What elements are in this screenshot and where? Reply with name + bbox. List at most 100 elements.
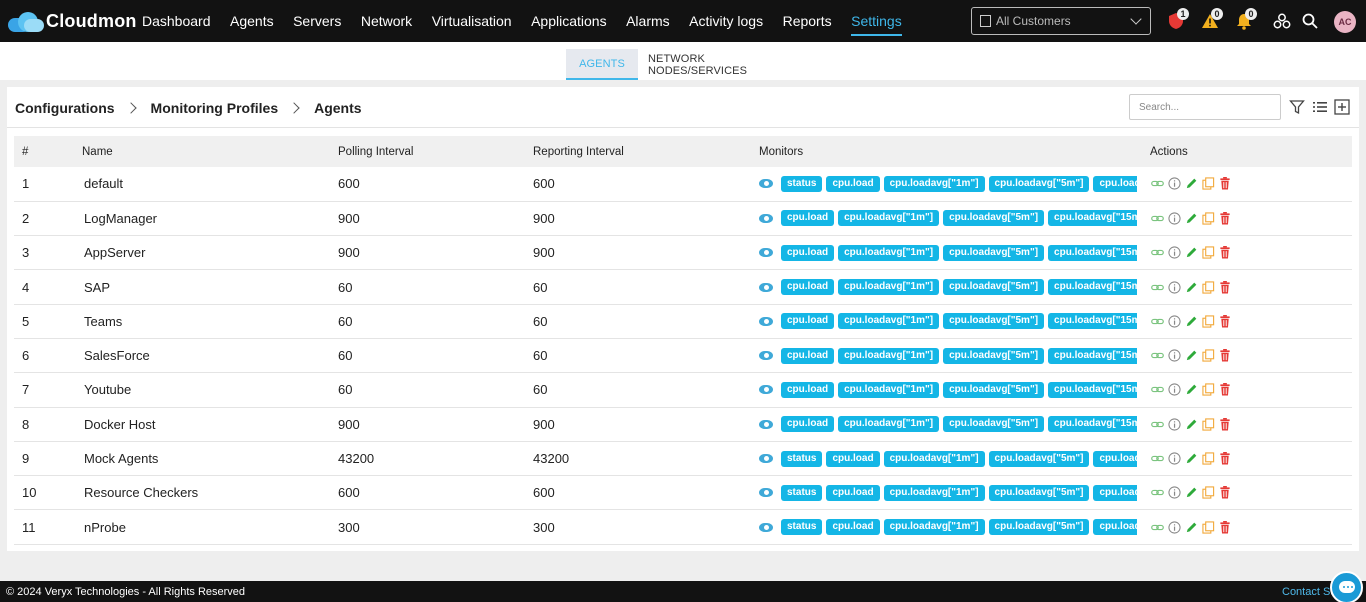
info-icon[interactable] — [1167, 349, 1181, 363]
nav-item-dashboard[interactable]: Dashboard — [142, 0, 211, 42]
copy-icon[interactable] — [1201, 177, 1215, 191]
info-icon[interactable] — [1167, 211, 1181, 225]
breadcrumb-monitoring-profiles[interactable]: Monitoring Profiles — [151, 100, 279, 116]
info-icon[interactable] — [1167, 280, 1181, 294]
chat-support-icon[interactable] — [1330, 571, 1363, 602]
delete-icon[interactable] — [1218, 452, 1232, 466]
info-icon[interactable] — [1167, 486, 1181, 500]
table-row[interactable]: 11 nProbe 300 300 status cpu.load cpu.loadavg[… — [14, 510, 1352, 545]
warnings-button[interactable]: 0 — [1200, 8, 1223, 31]
copy-icon[interactable] — [1201, 349, 1215, 363]
tab-agents[interactable]: AGENTS — [566, 49, 638, 80]
table-row[interactable]: 9 Mock Agents 43200 43200 status cpu.load cpu.… — [14, 441, 1352, 476]
breadcrumb-configurations[interactable]: Configurations — [15, 100, 115, 116]
view-monitors-eye-icon[interactable] — [759, 351, 773, 361]
delete-icon[interactable] — [1218, 177, 1232, 191]
table-row[interactable]: 2 LogManager 900 900 cpu.load cpu.loadavg["1m… — [14, 201, 1352, 236]
edit-icon[interactable] — [1184, 177, 1198, 191]
view-monitors-eye-icon[interactable] — [759, 179, 773, 189]
column-header-reporting-interval[interactable]: Reporting Interval — [531, 136, 759, 167]
notifications-button[interactable]: 0 — [1234, 8, 1257, 31]
info-icon[interactable] — [1167, 246, 1181, 260]
delete-icon[interactable] — [1218, 246, 1232, 260]
table-row[interactable]: 7 Youtube 60 60 cpu.load cpu.loadavg["1m"] cpu… — [14, 373, 1352, 408]
delete-icon[interactable] — [1218, 211, 1232, 225]
view-monitors-eye-icon[interactable] — [759, 522, 773, 532]
link-icon[interactable] — [1150, 486, 1164, 500]
delete-icon[interactable] — [1218, 417, 1232, 431]
edit-icon[interactable] — [1184, 246, 1198, 260]
edit-icon[interactable] — [1184, 314, 1198, 328]
global-search-button[interactable] — [1300, 11, 1320, 31]
info-icon[interactable] — [1167, 177, 1181, 191]
table-row[interactable]: 4 SAP 60 60 cpu.load cpu.loadavg["1m"] cpu.loa… — [14, 270, 1352, 305]
tab-network-nodes-services[interactable]: NETWORK NODES/SERVICES — [648, 49, 804, 80]
link-icon[interactable] — [1150, 280, 1164, 294]
link-icon[interactable] — [1150, 349, 1164, 363]
link-icon[interactable] — [1150, 417, 1164, 431]
copy-icon[interactable] — [1201, 314, 1215, 328]
nav-item-settings[interactable]: Settings — [851, 8, 902, 36]
table-row[interactable]: 6 SalesForce 60 60 cpu.load cpu.loadavg["1m"]… — [14, 338, 1352, 373]
edit-icon[interactable] — [1184, 383, 1198, 397]
column-header-name[interactable]: Name — [80, 136, 336, 167]
nav-item-network[interactable]: Network — [361, 0, 412, 42]
edit-icon[interactable] — [1184, 486, 1198, 500]
delete-icon[interactable] — [1218, 349, 1232, 363]
table-row[interactable]: 1 default 600 600 status cpu.load cpu.loadavg[… — [14, 167, 1352, 202]
edit-icon[interactable] — [1184, 211, 1198, 225]
edit-icon[interactable] — [1184, 520, 1198, 534]
link-icon[interactable] — [1150, 211, 1164, 225]
delete-icon[interactable] — [1218, 280, 1232, 294]
copy-icon[interactable] — [1201, 452, 1215, 466]
delete-icon[interactable] — [1218, 520, 1232, 534]
nav-item-servers[interactable]: Servers — [293, 0, 341, 42]
view-monitors-eye-icon[interactable] — [759, 488, 773, 498]
view-monitors-eye-icon[interactable] — [759, 419, 773, 429]
nav-item-reports[interactable]: Reports — [783, 0, 832, 42]
view-monitors-eye-icon[interactable] — [759, 454, 773, 464]
info-icon[interactable] — [1167, 452, 1181, 466]
view-monitors-eye-icon[interactable] — [759, 282, 773, 292]
copy-icon[interactable] — [1201, 383, 1215, 397]
customer-select[interactable]: All Customers — [971, 7, 1151, 35]
nav-item-virtualisation[interactable]: Virtualisation — [432, 0, 512, 42]
link-icon[interactable] — [1150, 314, 1164, 328]
nav-item-applications[interactable]: Applications — [531, 0, 607, 42]
copy-icon[interactable] — [1201, 520, 1215, 534]
info-icon[interactable] — [1167, 314, 1181, 328]
search-input[interactable] — [1129, 94, 1281, 120]
link-icon[interactable] — [1150, 452, 1164, 466]
nav-item-activity-logs[interactable]: Activity logs — [689, 0, 763, 42]
filter-icon[interactable] — [1289, 99, 1305, 115]
copy-icon[interactable] — [1201, 211, 1215, 225]
view-monitors-eye-icon[interactable] — [759, 316, 773, 326]
edit-icon[interactable] — [1184, 452, 1198, 466]
column-list-icon[interactable] — [1312, 99, 1328, 115]
user-avatar[interactable]: AC — [1334, 11, 1356, 33]
delete-icon[interactable] — [1218, 383, 1232, 397]
view-monitors-eye-icon[interactable] — [759, 248, 773, 258]
security-alert-button[interactable]: 1 — [1166, 8, 1189, 31]
nav-item-alarms[interactable]: Alarms — [626, 0, 670, 42]
app-logo[interactable]: Cloudmon — [8, 10, 142, 32]
info-icon[interactable] — [1167, 520, 1181, 534]
delete-icon[interactable] — [1218, 486, 1232, 500]
link-icon[interactable] — [1150, 246, 1164, 260]
copy-icon[interactable] — [1201, 486, 1215, 500]
view-monitors-eye-icon[interactable] — [759, 385, 773, 395]
copy-icon[interactable] — [1201, 417, 1215, 431]
link-icon[interactable] — [1150, 520, 1164, 534]
copy-icon[interactable] — [1201, 246, 1215, 260]
integrations-button[interactable] — [1272, 11, 1292, 31]
edit-icon[interactable] — [1184, 349, 1198, 363]
copy-icon[interactable] — [1201, 280, 1215, 294]
nav-item-agents[interactable]: Agents — [230, 0, 274, 42]
table-row[interactable]: 5 Teams 60 60 cpu.load cpu.loadavg["1m"] cpu.l… — [14, 304, 1352, 339]
view-monitors-eye-icon[interactable] — [759, 213, 773, 223]
delete-icon[interactable] — [1218, 314, 1232, 328]
link-icon[interactable] — [1150, 383, 1164, 397]
add-profile-icon[interactable] — [1334, 99, 1350, 115]
table-row[interactable]: 3 AppServer 900 900 cpu.load cpu.loadavg["1m"… — [14, 236, 1352, 270]
column-header-polling-interval[interactable]: Polling Interval — [336, 136, 531, 167]
